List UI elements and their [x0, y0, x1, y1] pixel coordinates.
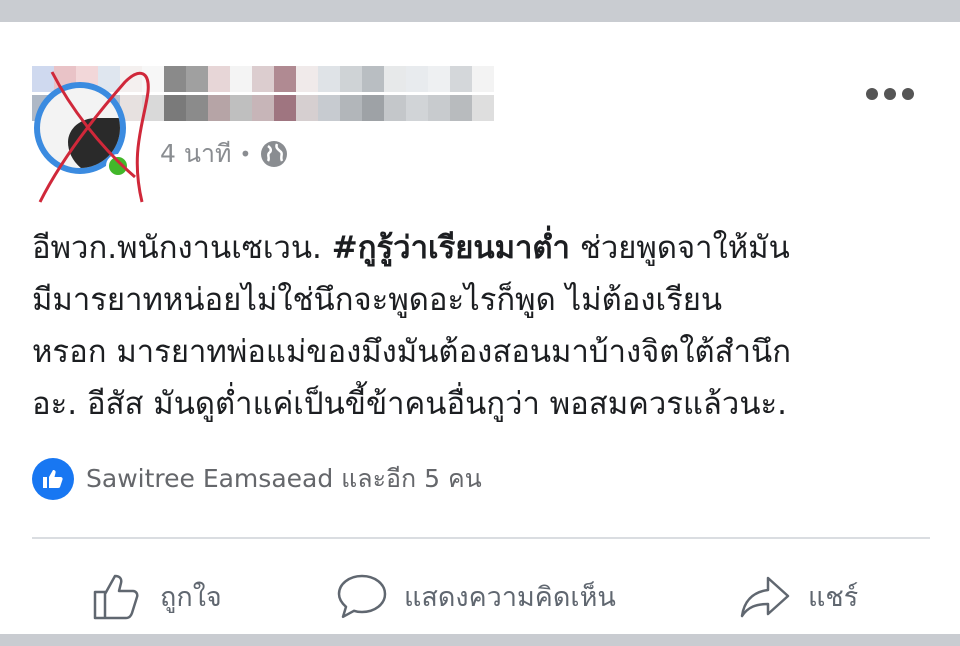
reactions-text: Sawitree Eamsaead และอีก 5 คน	[86, 464, 482, 493]
share-label: แชร์	[808, 581, 859, 613]
share-button[interactable]: แชร์	[738, 568, 858, 624]
post-text-line: หรอก มารยาทพ่อแม่ของมึงมันต้องสอนมาบ้างจ…	[32, 334, 791, 370]
reactions-summary[interactable]: Sawitree Eamsaead และอีก 5 คน	[32, 458, 482, 500]
like-button[interactable]: ถูกใจ	[90, 568, 222, 624]
share-icon	[740, 576, 790, 618]
thumbs-up-icon	[32, 458, 74, 500]
timestamp[interactable]: 4 นาที	[160, 134, 231, 174]
post-text-line: มีมารยาทหน่อยไม่ใช่นึกจะพูดอะไรก็พูด ไม่…	[32, 282, 723, 318]
post-text-line: อีพวก.พนักงานเซเวน. #กูรู้ว่าเรียนมาต่ำ …	[32, 230, 790, 266]
post-text-line: อะ. อีสัส มันดูต่ำแค่เป็นขี้ข้าคนอื่นกูว…	[32, 386, 788, 422]
comment-icon	[337, 574, 387, 619]
comment-button[interactable]: แสดงความคิดเห็น	[334, 568, 616, 624]
post-card: 4 นาที • อีพวก.พนักงานเซเวน. #กูรู้ว่าเร…	[0, 22, 960, 634]
more-options-button[interactable]	[866, 84, 914, 104]
post-meta: 4 นาที •	[160, 134, 289, 174]
divider	[32, 537, 930, 539]
separator-dot: •	[239, 142, 252, 166]
like-label: ถูกใจ	[160, 581, 222, 613]
globe-icon	[261, 141, 288, 167]
comment-label: แสดงความคิดเห็น	[404, 581, 616, 613]
red-scribble-mark	[38, 71, 150, 203]
hashtag-link[interactable]: #กูรู้ว่าเรียนมาต่ำ	[332, 230, 570, 266]
post-text: อีพวก.พนักงานเซเวน. #กูรู้ว่าเรียนมาต่ำ …	[32, 222, 932, 430]
ellipsis-icon	[866, 88, 878, 100]
action-bar: ถูกใจ แสดงความคิดเห็น แชร์	[0, 562, 960, 642]
thumbs-up-outline-icon	[93, 574, 139, 620]
